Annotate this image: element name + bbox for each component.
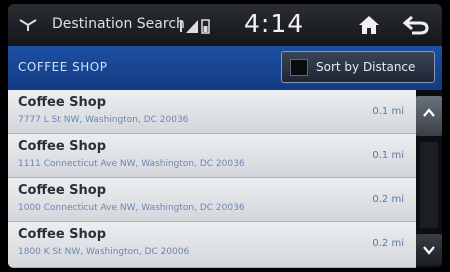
category-title: COFFEE SHOP	[18, 60, 108, 74]
result-address: 1000 Connecticut Ave NW, Washington, DC …	[18, 203, 245, 213]
list-item[interactable]: Coffee Shop 1111 Connecticut Ave NW, Was…	[8, 134, 416, 178]
chevron-down-icon	[423, 246, 435, 255]
navigation-icon	[19, 19, 37, 31]
result-distance: 0.2 mi	[372, 238, 404, 249]
home-icon[interactable]	[358, 15, 380, 35]
sort-by-distance-button[interactable]: Sort by Distance	[281, 51, 435, 83]
status-bar: Destination Search 4:14	[8, 4, 442, 46]
results-list: Coffee Shop 7777 L St NW, Washington, DC…	[8, 90, 416, 268]
result-address: 1111 Connecticut Ave NW, Washington, DC …	[18, 159, 245, 169]
result-distance: 0.1 mi	[372, 150, 404, 161]
scroll-track[interactable]	[420, 142, 438, 228]
result-name: Coffee Shop	[18, 139, 107, 154]
signal-icon	[180, 19, 210, 34]
result-address: 7777 L St NW, Washington, DC 20036	[18, 115, 189, 125]
result-address: 1800 K St NW, Washington, DC 20006	[18, 247, 190, 257]
list-item[interactable]: Coffee Shop 1800 K St NW, Washington, DC…	[8, 222, 416, 268]
category-header: COFFEE SHOP Sort by Distance	[8, 46, 442, 90]
result-name: Coffee Shop	[18, 95, 107, 110]
scroll-up-button[interactable]	[416, 96, 442, 136]
list-item[interactable]: Coffee Shop 1000 Connecticut Ave NW, Was…	[8, 178, 416, 222]
list-scrollbar[interactable]	[416, 90, 442, 268]
result-distance: 0.1 mi	[372, 106, 404, 117]
sort-checkbox[interactable]	[290, 59, 308, 76]
scroll-down-button[interactable]	[416, 234, 442, 266]
result-name: Coffee Shop	[18, 183, 107, 198]
screen-title: Destination Search	[52, 16, 185, 32]
clock: 4:14	[244, 9, 305, 38]
list-item[interactable]: Coffee Shop 7777 L St NW, Washington, DC…	[8, 90, 416, 134]
result-name: Coffee Shop	[18, 227, 107, 242]
navigation-screen: Destination Search 4:14 COFFEE SHOP Sort…	[8, 4, 442, 268]
back-icon[interactable]	[402, 15, 430, 35]
chevron-up-icon	[423, 108, 435, 117]
sort-label: Sort by Distance	[316, 60, 416, 74]
result-distance: 0.2 mi	[372, 194, 404, 205]
